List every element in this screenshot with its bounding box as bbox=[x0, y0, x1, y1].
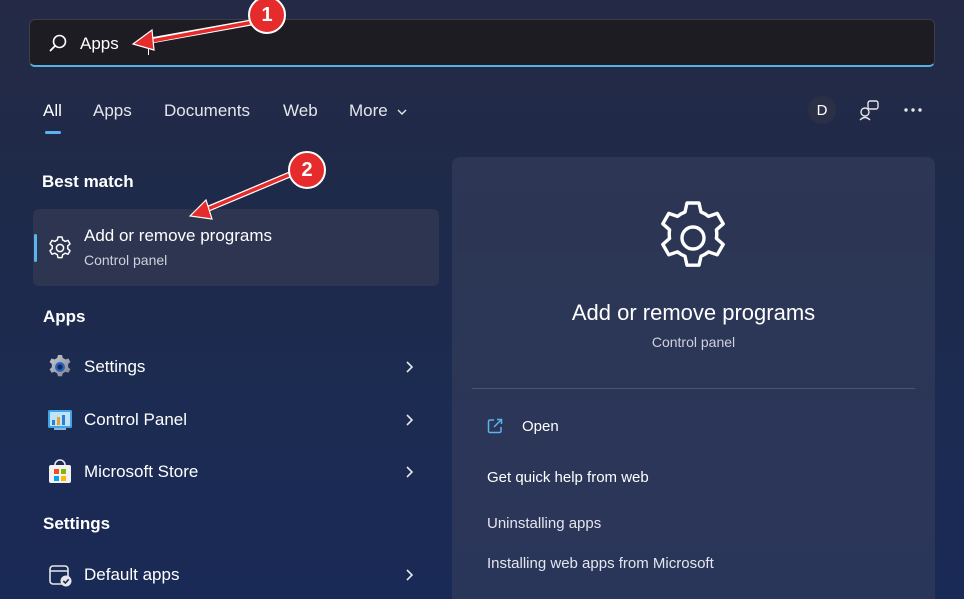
tab-apps[interactable]: Apps bbox=[93, 101, 132, 121]
selection-accent bbox=[34, 234, 37, 262]
ellipsis-icon bbox=[904, 108, 922, 112]
avatar-initial: D bbox=[816, 101, 828, 119]
microsoft-store-icon bbox=[49, 459, 71, 483]
people-button[interactable] bbox=[855, 96, 883, 124]
web-help-heading: Get quick help from web bbox=[487, 469, 649, 486]
list-item-settings-label: Settings bbox=[84, 357, 146, 376]
chevron-right-icon bbox=[406, 414, 414, 426]
list-item-control-panel-label: Control Panel bbox=[84, 410, 188, 429]
gear-icon bbox=[49, 236, 71, 259]
chevron-right-icon bbox=[406, 361, 414, 373]
list-item-default-apps-label: Default apps bbox=[84, 565, 180, 584]
detail-divider bbox=[472, 388, 915, 389]
settings-app-icon bbox=[49, 355, 71, 377]
tab-all[interactable]: All bbox=[43, 101, 62, 121]
avatar[interactable]: D bbox=[808, 96, 836, 124]
text-caret bbox=[148, 33, 149, 55]
default-apps-icon bbox=[49, 565, 72, 587]
web-link-installing-web-apps[interactable]: Installing web apps from Microsoft bbox=[487, 555, 714, 572]
chevron-right-icon bbox=[406, 569, 414, 581]
search-box[interactable] bbox=[29, 19, 935, 67]
people-icon bbox=[859, 100, 879, 121]
open-button[interactable]: Open bbox=[522, 418, 559, 435]
active-tab-indicator bbox=[45, 131, 61, 134]
chevron-right-icon bbox=[406, 466, 414, 478]
settings-heading: Settings bbox=[43, 514, 111, 533]
tab-web[interactable]: Web bbox=[283, 101, 318, 121]
detail-subtitle: Control panel bbox=[651, 334, 736, 350]
annotation-badge-2: 2 bbox=[288, 151, 326, 189]
web-link-uninstalling-apps[interactable]: Uninstalling apps bbox=[487, 515, 601, 532]
search-icon bbox=[49, 34, 67, 52]
list-item-microsoft-store-label: Microsoft Store bbox=[84, 462, 199, 481]
gear-icon bbox=[661, 201, 725, 267]
best-match-heading: Best match bbox=[42, 172, 134, 191]
control-panel-icon bbox=[48, 410, 72, 430]
tab-more-label: More bbox=[349, 101, 388, 120]
chevron-down-icon bbox=[397, 109, 407, 115]
tab-documents[interactable]: Documents bbox=[164, 101, 250, 121]
best-match-subtitle: Control panel bbox=[84, 252, 168, 268]
tab-more[interactable]: More bbox=[349, 101, 408, 121]
search-input[interactable] bbox=[80, 31, 580, 57]
best-match-title: Add or remove programs bbox=[84, 226, 273, 245]
best-match-item[interactable] bbox=[33, 209, 439, 286]
apps-heading: Apps bbox=[43, 307, 86, 326]
open-external-icon bbox=[487, 418, 503, 434]
detail-title: Add or remove programs bbox=[571, 300, 816, 325]
more-options-button[interactable] bbox=[899, 96, 927, 124]
